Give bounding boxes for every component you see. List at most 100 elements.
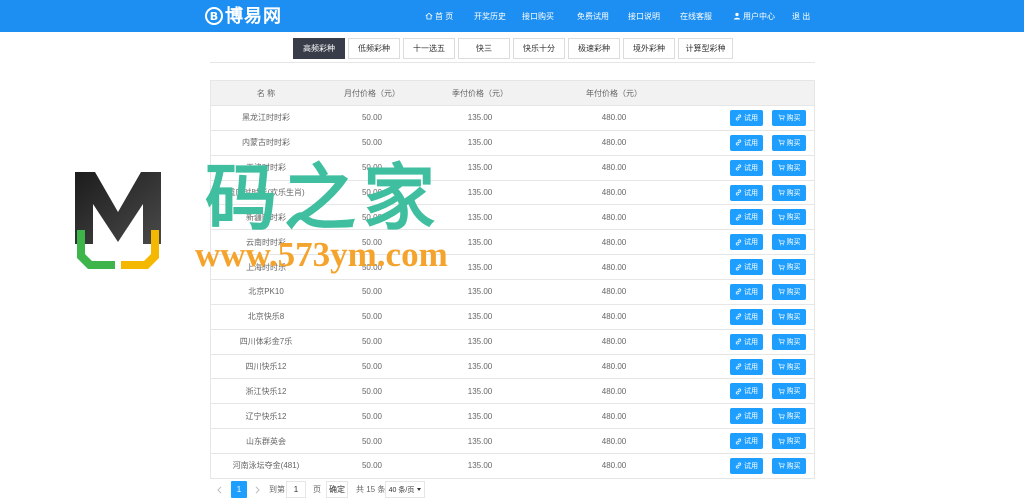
nav-free-trial[interactable]: 免费试用 [577, 0, 609, 32]
m-logo-icon [75, 172, 161, 269]
trial-button[interactable]: 试用 [730, 109, 763, 126]
cart-icon [778, 462, 785, 469]
link-icon [735, 462, 742, 469]
cart-icon [778, 363, 785, 370]
yearly-price: 480.00 [601, 163, 627, 173]
cart-icon [778, 139, 785, 146]
lottery-name: 北京PK10 [248, 287, 284, 297]
link-icon [735, 438, 742, 445]
tab-kuai-san[interactable]: 快三 [458, 38, 510, 59]
quarterly-price: 135.00 [467, 436, 493, 446]
row-actions: 试用 购买 [691, 230, 814, 254]
cart-icon [778, 114, 785, 121]
page-size-value: 40 条/页 [388, 486, 415, 494]
monthly-price: 50.00 [361, 262, 383, 272]
monthly-price: 50.00 [361, 461, 383, 471]
trial-button[interactable]: 试用 [730, 308, 763, 325]
buy-button[interactable]: 购买 [772, 333, 806, 350]
monthly-price: 50.00 [361, 312, 383, 322]
nav-draw-history[interactable]: 开奖历史 [474, 0, 506, 32]
buy-button[interactable]: 购买 [772, 259, 806, 276]
nav-api-purchase-label: 接口购买 [522, 11, 554, 21]
trial-button[interactable]: 试用 [730, 433, 763, 450]
link-icon [735, 338, 742, 345]
chevron-right-icon [255, 485, 260, 494]
buy-button[interactable]: 购买 [772, 383, 806, 400]
tab-happy-ten[interactable]: 快乐十分 [513, 38, 565, 59]
buy-button-label: 购买 [786, 338, 801, 346]
trial-button-label: 试用 [744, 214, 758, 222]
cart-icon [778, 264, 785, 271]
cart-icon [778, 413, 785, 420]
buy-button[interactable]: 购买 [772, 457, 806, 474]
nav-online-service[interactable]: 在线客服 [680, 0, 712, 32]
buy-button[interactable]: 购买 [772, 433, 806, 450]
link-icon [735, 313, 742, 320]
page-size-select[interactable]: 40 条/页 [385, 481, 425, 498]
yearly-price: 480.00 [601, 138, 627, 148]
quarterly-price: 135.00 [467, 188, 493, 197]
trial-button-label: 试用 [744, 288, 758, 296]
lottery-name: 重庆时时彩(欢乐生肖) [227, 188, 305, 197]
nav-api-docs[interactable]: 接口说明 [628, 0, 660, 32]
lottery-category-tabs: 高频彩种 低频彩种 十一选五 快三 快乐十分 极速彩种 境外彩种 计算型彩种 [293, 38, 733, 59]
tab-high-frequency[interactable]: 高频彩种 [293, 38, 345, 59]
buy-button[interactable]: 购买 [772, 109, 806, 126]
monthly-price: 50.00 [361, 287, 383, 297]
goto-confirm-button[interactable]: 确定 [326, 481, 348, 498]
buy-button[interactable]: 购买 [772, 234, 806, 251]
tab-speed[interactable]: 极速彩种 [568, 38, 620, 59]
trial-button[interactable]: 试用 [730, 209, 763, 226]
lottery-name: 浙江快乐12 [245, 386, 287, 396]
trial-button[interactable]: 试用 [730, 358, 763, 375]
trial-button[interactable]: 试用 [730, 457, 763, 474]
table-row: 重庆时时彩(欢乐生肖) 50.00 135.00 480.00 试用 购买 [211, 181, 814, 206]
tab-low-frequency[interactable]: 低频彩种 [348, 38, 400, 59]
buy-button-label: 购买 [786, 214, 801, 222]
trial-button[interactable]: 试用 [730, 184, 763, 201]
buy-button-label: 购买 [786, 239, 801, 247]
tab-eleven-choose-five[interactable]: 十一选五 [403, 38, 455, 59]
lottery-name: 上海时时乐 [246, 262, 286, 272]
trial-button[interactable]: 试用 [730, 134, 763, 151]
yearly-price: 480.00 [601, 362, 627, 372]
prev-page-button[interactable] [210, 481, 228, 498]
buy-button[interactable]: 购买 [772, 159, 806, 176]
lottery-name: 北京快乐8 [247, 312, 285, 322]
trial-button[interactable]: 试用 [730, 259, 763, 276]
quarterly-price: 135.00 [467, 138, 493, 148]
trial-button[interactable]: 试用 [730, 234, 763, 251]
quarterly-price: 135.00 [467, 411, 493, 421]
trial-button[interactable]: 试用 [730, 159, 763, 176]
next-page-button[interactable] [248, 481, 266, 498]
buy-button[interactable]: 购买 [772, 358, 806, 375]
buy-button[interactable]: 购买 [772, 283, 806, 300]
nav-api-purchase[interactable]: 接口购买 [522, 0, 554, 32]
lottery-name: 云南时时彩 [246, 237, 286, 247]
buy-button-label: 购买 [786, 189, 801, 197]
buy-button[interactable]: 购买 [772, 408, 806, 425]
quarterly-price: 135.00 [467, 386, 493, 396]
buy-button[interactable]: 购买 [772, 209, 806, 226]
yearly-price: 480.00 [601, 312, 627, 322]
goto-page-input[interactable] [286, 481, 306, 498]
page-1-button[interactable]: 1 [231, 481, 247, 498]
buy-button[interactable]: 购买 [772, 308, 806, 325]
tab-calculated[interactable]: 计算型彩种 [678, 38, 733, 59]
monthly-price: 50.00 [361, 362, 383, 372]
buy-button[interactable]: 购买 [772, 184, 806, 201]
row-actions: 试用 购买 [691, 205, 814, 229]
home-icon [425, 12, 433, 20]
nav-user-center[interactable]: 用户中心 [733, 0, 775, 32]
buy-button[interactable]: 购买 [772, 134, 806, 151]
nav-logout[interactable]: 退 出 [792, 0, 810, 32]
trial-button[interactable]: 试用 [730, 383, 763, 400]
tab-overseas[interactable]: 境外彩种 [623, 38, 675, 59]
column-header-actions [691, 81, 814, 105]
site-logo[interactable]: B 博易网 [205, 6, 282, 26]
trial-button[interactable]: 试用 [730, 333, 763, 350]
trial-button[interactable]: 试用 [730, 408, 763, 425]
trial-button[interactable]: 试用 [730, 283, 763, 300]
nav-home[interactable]: 首 页 [425, 0, 453, 32]
quarterly-price: 135.00 [467, 212, 493, 222]
